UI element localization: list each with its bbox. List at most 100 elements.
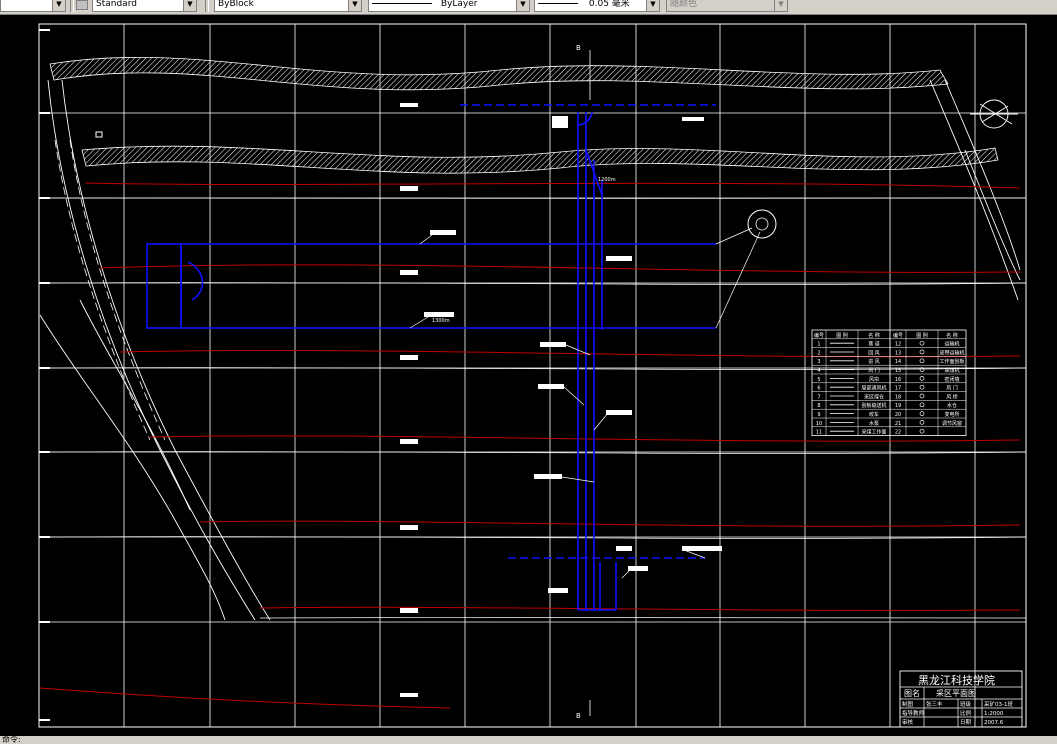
ventilation-symbol [747, 209, 777, 239]
legend-header: 名 称 [946, 332, 958, 339]
legend-cell: 采区煤仓 [864, 393, 884, 400]
chevron-down-icon[interactable]: ▼ [183, 0, 196, 11]
legend-cell: 皮带运输机 [939, 349, 964, 356]
cad-drawing-canvas[interactable]: B B 1200m 1300m 编号 图 例 名 称 编号 图 例 名 称1 巷… [0, 14, 1057, 736]
legend-symbol [919, 340, 925, 346]
linetype-value: ByLayer [440, 0, 478, 9]
legend-header: 图 例 [916, 332, 928, 339]
chevron-down-icon[interactable]: ▼ [646, 0, 659, 11]
legend-cell: 18 [895, 394, 901, 400]
command-line[interactable]: 命令: [2, 735, 21, 744]
coordinate-grid [39, 24, 1026, 727]
legend-header: 编号 [814, 332, 824, 339]
legend-cell: 变电所 [944, 411, 959, 418]
drawing-name: 采区平面图 [936, 688, 976, 698]
title-block-cell: 指导教师 [902, 709, 925, 717]
legend-cell: 绞车 [869, 411, 879, 418]
coal-seam-lines [39, 182, 1021, 709]
chevron-down-icon[interactable]: ▼ [52, 0, 65, 11]
lineweight-value: 0.05 毫米 [588, 0, 630, 9]
title-block-cell: 张三丰 [926, 700, 943, 708]
fault-zone-upper [49, 56, 949, 91]
legend-symbol [919, 393, 925, 399]
legend-cell: 调节风窗 [942, 420, 962, 427]
mine-roadways [146, 111, 716, 611]
text-style-combo-left[interactable]: ▼ [0, 0, 66, 12]
legend-cell: 17 [895, 386, 901, 392]
color-combo[interactable]: ByBlock ▼ [214, 0, 362, 12]
text-style-value: Standard [96, 0, 137, 9]
chevron-down-icon[interactable]: ▼ [348, 0, 361, 11]
legend-cell: 21 [895, 421, 901, 427]
legend-cell: 4 [817, 368, 820, 374]
legend-cell: 采煤机 [944, 367, 959, 374]
length-label-2: 1300m [432, 318, 450, 324]
legend-cell: 密闭墙 [944, 376, 959, 383]
legend-cell: 风帘 [869, 376, 879, 383]
legend-cell: 22 [895, 430, 901, 436]
lineweight-combo[interactable]: 0.05 毫米 ▼ [534, 0, 660, 12]
title-block: 黑龙江科技学院 图名 采区平面图 制图 张三丰 班级 采矿03-1班指导教师 比例 1:2… [899, 670, 1023, 728]
toolbar-separator [70, 0, 74, 12]
section-marker-bottom: B [576, 712, 581, 720]
legend-cell: 14 [895, 359, 901, 365]
length-label-1: 1200m [598, 177, 616, 183]
text-style-combo[interactable]: Standard ▼ [92, 0, 197, 12]
drawing-border [38, 23, 1027, 728]
legend-cell: 15 [895, 368, 901, 374]
properties-toolbar: ▼ Standard ▼ ByBlock ▼ ByLayer ▼ 0.05 毫米… [0, 0, 1057, 15]
legend-symbol [919, 349, 925, 355]
legend-cell: 回 风 [868, 350, 880, 356]
legend-cell: 20 [895, 412, 901, 418]
legend-cell: 13 [895, 350, 901, 356]
legend-symbol [919, 420, 925, 425]
title-block-cell: 审核 [902, 718, 914, 726]
legend-cell: 1 [817, 342, 820, 348]
legend-cell: 5 [817, 377, 820, 383]
plot-style-value: 随颜色 [670, 0, 698, 9]
plot-style-combo[interactable]: 随颜色 ▼ [666, 0, 788, 12]
title-block-cell: 比例 [960, 709, 972, 717]
text-style-icon[interactable] [76, 0, 88, 10]
legend-cell: 风 桥 [946, 393, 958, 400]
legend-cell: 6 [817, 386, 820, 392]
legend-cell: 3 [817, 359, 820, 365]
school-name: 黑龙江科技学院 [918, 673, 995, 687]
grid-ticks [39, 29, 50, 721]
mine-roadways-dashed [460, 104, 716, 559]
title-block-cell: 班级 [960, 700, 972, 708]
legend-cell: 12 [895, 342, 901, 348]
legend-symbol [919, 384, 925, 390]
title-block-cell: 制图 [902, 700, 914, 708]
legend-cell: 水仓 [947, 402, 957, 409]
drawing-name-label: 图名 [904, 688, 920, 698]
legend-symbol [919, 411, 925, 416]
legend-symbol [919, 402, 925, 408]
legend-cell: 水泵 [869, 420, 879, 427]
chevron-down-icon[interactable]: ▼ [516, 0, 529, 11]
legend-cell: 10 [816, 421, 822, 427]
status-bar: 命令: [0, 736, 1057, 744]
legend-cell: 9 [817, 412, 820, 418]
title-block-cell: 日期 [960, 719, 972, 726]
legend-cell: 8 [817, 403, 820, 409]
legend-cell: 16 [895, 377, 901, 383]
legend-cell: 局部通风机 [861, 385, 886, 392]
legend-cell: 进 风 [868, 358, 880, 365]
fan-icon [755, 217, 769, 231]
legend-cell: 11 [816, 430, 822, 436]
chevron-down-icon[interactable]: ▼ [774, 0, 787, 11]
compass-icon [970, 99, 1018, 129]
marker-box [95, 131, 103, 138]
legend-header: 编号 [893, 332, 903, 339]
legend-cell: 刮板输送机 [861, 402, 886, 409]
legend-symbol [919, 358, 925, 364]
lineweight-preview [538, 3, 578, 4]
legend-header: 名 称 [868, 332, 880, 339]
section-marker-top: B [576, 44, 581, 52]
linetype-combo[interactable]: ByLayer ▼ [368, 0, 530, 12]
boundary-dashed-left [54, 139, 166, 441]
fault-zone-lower [81, 145, 999, 174]
linetype-preview [372, 3, 432, 4]
color-value: ByBlock [218, 0, 254, 9]
